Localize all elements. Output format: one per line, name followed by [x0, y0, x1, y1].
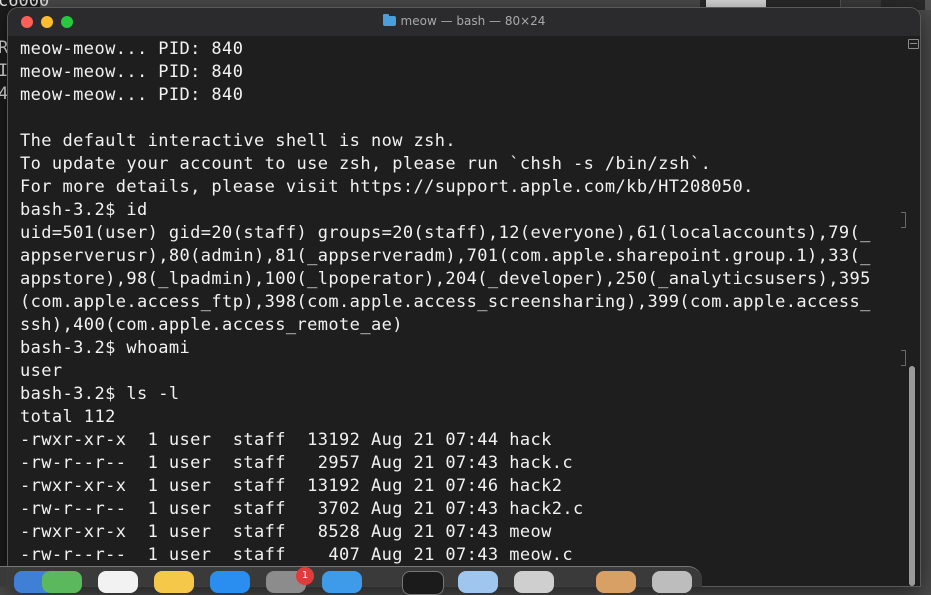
- terminal-line: -rwxr-xr-x 1 user staff 8528 Aug 21 07:4…: [20, 522, 552, 542]
- folder-icon: [382, 14, 396, 26]
- terminal-line: -rw-r--r-- 1 user staff 2957 Aug 21 07:4…: [20, 453, 574, 473]
- terminal-window[interactable]: meow — bash — 80×24 meow-meow... PID: 84…: [8, 8, 920, 586]
- photo-library-icon[interactable]: [596, 571, 636, 593]
- terminal-line: To update your account to use zsh, pleas…: [20, 154, 712, 174]
- terminal-icon[interactable]: [402, 571, 444, 595]
- terminal-line: -rw-r--r-- 1 user staff 3702 Aug 21 07:4…: [20, 499, 584, 519]
- terminal-line: -rw-r--r-- 1 user staff 407 Aug 21 07:43…: [20, 545, 574, 565]
- notification-badge: 1: [296, 567, 314, 585]
- dock: 1: [0, 566, 702, 595]
- terminal-line: meow-meow... PID: 840: [20, 62, 244, 82]
- terminal-line: appstore),98(_lpadmin),100(_lpoperator),…: [20, 269, 871, 289]
- preview-icon[interactable]: [458, 571, 498, 593]
- terminal-line: total 112: [20, 407, 116, 427]
- split-pane-icon[interactable]: [908, 39, 919, 49]
- terminal-prompt-line: bash-3.2$ whoami: [20, 338, 191, 358]
- terminal-line: -rwxr-xr-x 1 user staff 13192 Aug 21 07:…: [20, 430, 552, 450]
- background-window-corner: [925, 0, 931, 10]
- terminal-line: uid=501(user) gid=20(staff) groups=20(st…: [20, 223, 871, 243]
- terminal-line: The default interactive shell is now zsh…: [20, 131, 457, 151]
- appstore-icon[interactable]: [210, 571, 250, 593]
- terminal-line: meow-meow... PID: 840: [20, 85, 244, 105]
- photos-icon[interactable]: [98, 571, 138, 593]
- terminal-line: meow-meow... PID: 840: [20, 39, 244, 59]
- terminal-line: (com.apple.access_ftp),398(com.apple.acc…: [20, 292, 871, 312]
- window-title: meow — bash — 80×24: [8, 14, 920, 28]
- scrollbar-thumb[interactable]: [909, 366, 915, 586]
- activity-monitor-icon[interactable]: [514, 571, 554, 593]
- maps-icon[interactable]: [42, 571, 82, 593]
- terminal-line: For more details, please visit https://s…: [20, 177, 754, 197]
- terminal-content[interactable]: meow-meow... PID: 840 meow-meow... PID: …: [8, 36, 920, 586]
- terminal-line: -rwxr-xr-x 1 user staff 13192 Aug 21 07:…: [20, 476, 563, 496]
- title-bar[interactable]: meow — bash — 80×24: [8, 8, 920, 37]
- terminal-line: ssh),400(com.apple.access_remote_ae): [20, 315, 403, 335]
- terminal-line: user: [20, 361, 63, 381]
- window-title-text: meow — bash — 80×24: [400, 14, 546, 28]
- notes-icon[interactable]: [154, 571, 194, 593]
- terminal-prompt-line: bash-3.2$ id: [20, 200, 148, 220]
- xcode-icon[interactable]: [322, 571, 362, 593]
- terminal-line: appserverusr),80(admin),81(_appserveradm…: [20, 246, 871, 266]
- trash-icon[interactable]: [652, 571, 692, 593]
- terminal-prompt-line: bash-3.2$ ls -l: [20, 384, 180, 404]
- background-toolbar-strip: [706, 0, 766, 8]
